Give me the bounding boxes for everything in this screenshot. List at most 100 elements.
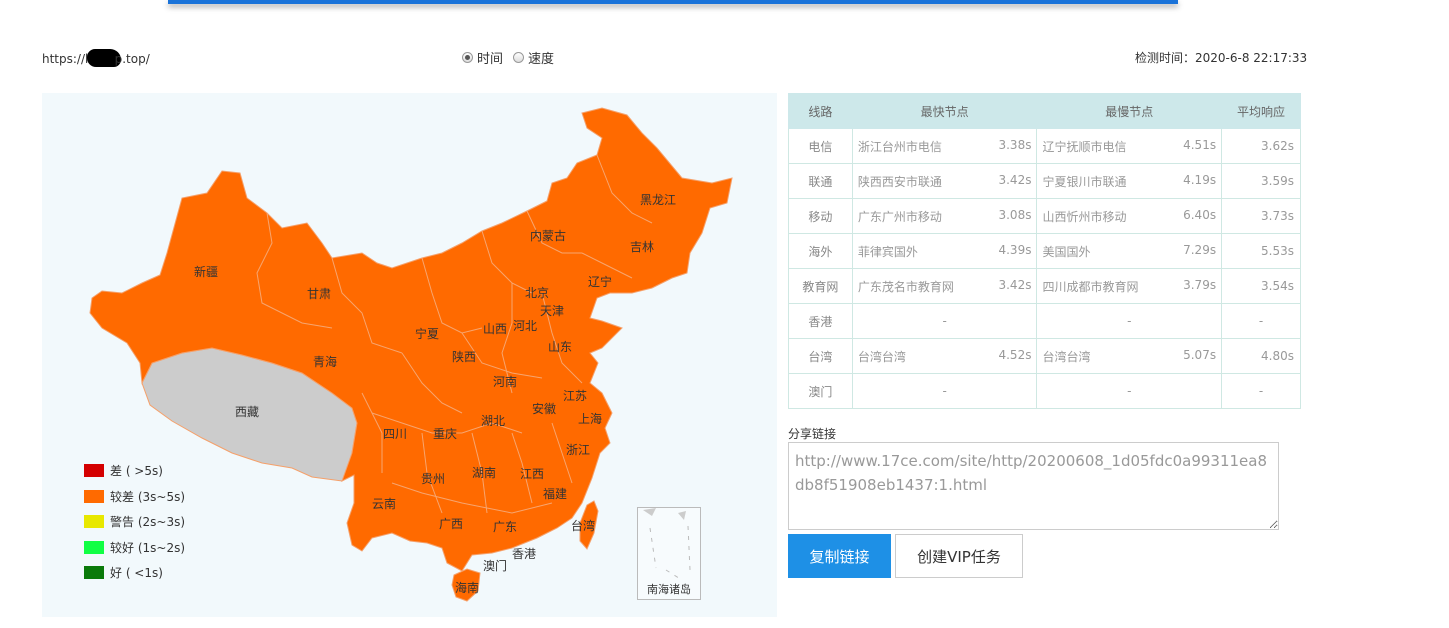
table-row: 联通 陕西西安市联通 3.42s 宁夏银川市联通 4.19s 3.59s [788,163,1301,199]
label-anhui: 安徽 [532,401,556,416]
avg-time: - [1221,303,1301,339]
table-row: 澳门 - - - [788,373,1301,409]
legend-item: 较好 (1s~2s) [84,535,185,561]
region-mainland[interactable] [89,107,733,572]
china-map-panel: 黑龙江 吉林 辽宁 内蒙古 北京 天津 河北 山西 山东 宁夏 甘肃 新疆 青海… [42,93,777,617]
label-sichuan: 四川 [383,427,407,441]
line-name: 电信 [788,128,853,164]
label-jilin: 吉林 [630,240,654,254]
fast-node: 广东茂名市教育网 3.42s [851,268,1038,304]
radio-speed[interactable]: 速度 [513,48,554,67]
fast-node: 陕西西安市联通 3.42s [851,163,1038,199]
col-avg: 平均响应 [1221,93,1301,129]
legend-swatch [84,464,104,478]
label-beijing: 北京 [525,286,549,300]
table-row: 移动 广东广州市移动 3.08s 山西忻州市移动 6.40s 3.73s [788,198,1301,234]
create-vip-task-button[interactable]: 创建VIP任务 [895,534,1023,578]
col-fastest: 最快节点 [851,93,1038,129]
copy-link-button[interactable]: 复制链接 [788,534,891,578]
label-chongqing: 重庆 [433,427,457,441]
label-hunan: 湖南 [472,465,496,480]
col-slowest: 最慢节点 [1036,93,1223,129]
label-tianjin: 天津 [540,304,564,318]
label-shanghai: 上海 [578,411,602,426]
col-line: 线路 [788,93,853,129]
fast-node: 台湾台湾 4.52s [851,338,1038,374]
avg-time: 4.80s [1221,338,1301,374]
legend-item: 好 ( <1s) [84,560,185,586]
label-shaanxi: 陕西 [452,349,476,364]
legend-item: 警告 (2s~3s) [84,509,185,535]
label-guangxi: 广西 [439,517,463,531]
legend-swatch [84,540,104,554]
label-taiwan: 台湾 [571,518,595,533]
avg-time: 3.73s [1221,198,1301,234]
label-hubei: 湖北 [481,413,505,428]
legend-item: 差 ( >5s) [84,458,185,484]
label-liaoning: 辽宁 [588,274,612,289]
label-hainan: 海南 [455,580,479,595]
check-time: 检测时间：2020-6-8 22:17:33 [1135,51,1308,65]
share-url-field[interactable]: http://www.17ce.com/site/http/20200608_1… [788,442,1279,530]
label-guizhou: 贵州 [421,472,445,486]
slow-node: 台湾台湾 5.07s [1036,338,1223,374]
label-jiangsu: 江苏 [563,389,587,403]
map-legend: 差 ( >5s) 较差 (3s~5s) 警告 (2s~3s) 较好 (1s~2s… [84,458,185,586]
slow-node: 辽宁抚顺市电信 4.51s [1036,128,1223,164]
target-url: https://h p.top/ [42,49,150,67]
label-shandong: 山东 [548,340,572,354]
label-neimenggu: 内蒙古 [530,228,566,243]
slow-node: 四川成都市教育网 3.79s [1036,268,1223,304]
share-label: 分享链接 [788,427,837,441]
label-hebei: 河北 [513,319,537,333]
table-row: 海外 菲律宾国外 4.39s 美国国外 7.29s 5.53s [788,233,1301,269]
label-qinghai: 青海 [313,354,337,369]
avg-time: - [1221,373,1301,409]
avg-time: 3.59s [1221,163,1301,199]
label-henan: 河南 [493,374,517,389]
metric-radio-group: 时间 速度 [462,48,554,67]
label-zhejiang: 浙江 [566,443,590,457]
slow-node: 美国国外 7.29s [1036,233,1223,269]
fast-node: 广东广州市移动 3.08s [851,198,1038,234]
label-heilongjiang: 黑龙江 [640,193,676,207]
legend-swatch [84,515,104,529]
radio-unselected-icon [513,52,525,63]
label-shanxi: 山西 [483,322,507,336]
label-aomen: 澳门 [483,558,507,573]
label-gansu: 甘肃 [307,287,331,301]
south-sea-inset: 南海诸岛 [637,507,701,600]
fast-node: 浙江台州市电信 3.38s [851,128,1038,164]
table-header-row: 线路 最快节点 最慢节点 平均响应 [788,93,1301,129]
avg-time: 5.53s [1221,233,1301,269]
slow-node: - [1036,373,1223,409]
fast-node: - [851,373,1038,409]
label-yunnan: 云南 [372,496,396,511]
radio-time[interactable]: 时间 [462,48,503,67]
label-ningxia: 宁夏 [415,326,439,341]
label-jiangxi: 江西 [520,467,544,481]
table-row: 台湾 台湾台湾 4.52s 台湾台湾 5.07s 4.80s [788,338,1301,374]
label-guangdong: 广东 [493,520,517,534]
legend-swatch [84,489,104,503]
line-name: 教育网 [788,268,853,304]
legend-item: 较差 (3s~5s) [84,484,185,510]
radio-selected-icon [462,52,473,63]
line-name: 移动 [788,198,853,234]
fast-node: - [851,303,1038,339]
slow-node: 山西忻州市移动 6.40s [1036,198,1223,234]
label-fujian: 福建 [543,486,567,501]
table-row: 电信 浙江台州市电信 3.38s 辽宁抚顺市电信 4.51s 3.62s [788,128,1301,164]
results-table: 线路 最快节点 最慢节点 平均响应 电信 浙江台州市电信 3.38s 辽宁抚顺市电信 4… [788,93,1301,409]
label-xianggang: 香港 [512,547,536,561]
label-xinjiang: 新疆 [194,264,218,279]
label-xizang: 西藏 [235,405,259,419]
south-sea-islands-icon [643,508,691,581]
legend-swatch [84,566,104,580]
line-name: 澳门 [788,373,853,409]
line-name: 海外 [788,233,853,269]
line-name: 联通 [788,163,853,199]
table-row: 教育网 广东茂名市教育网 3.42s 四川成都市教育网 3.79s 3.54s [788,268,1301,304]
top-accent-bar [168,0,1178,4]
table-row: 香港 - - - [788,303,1301,339]
